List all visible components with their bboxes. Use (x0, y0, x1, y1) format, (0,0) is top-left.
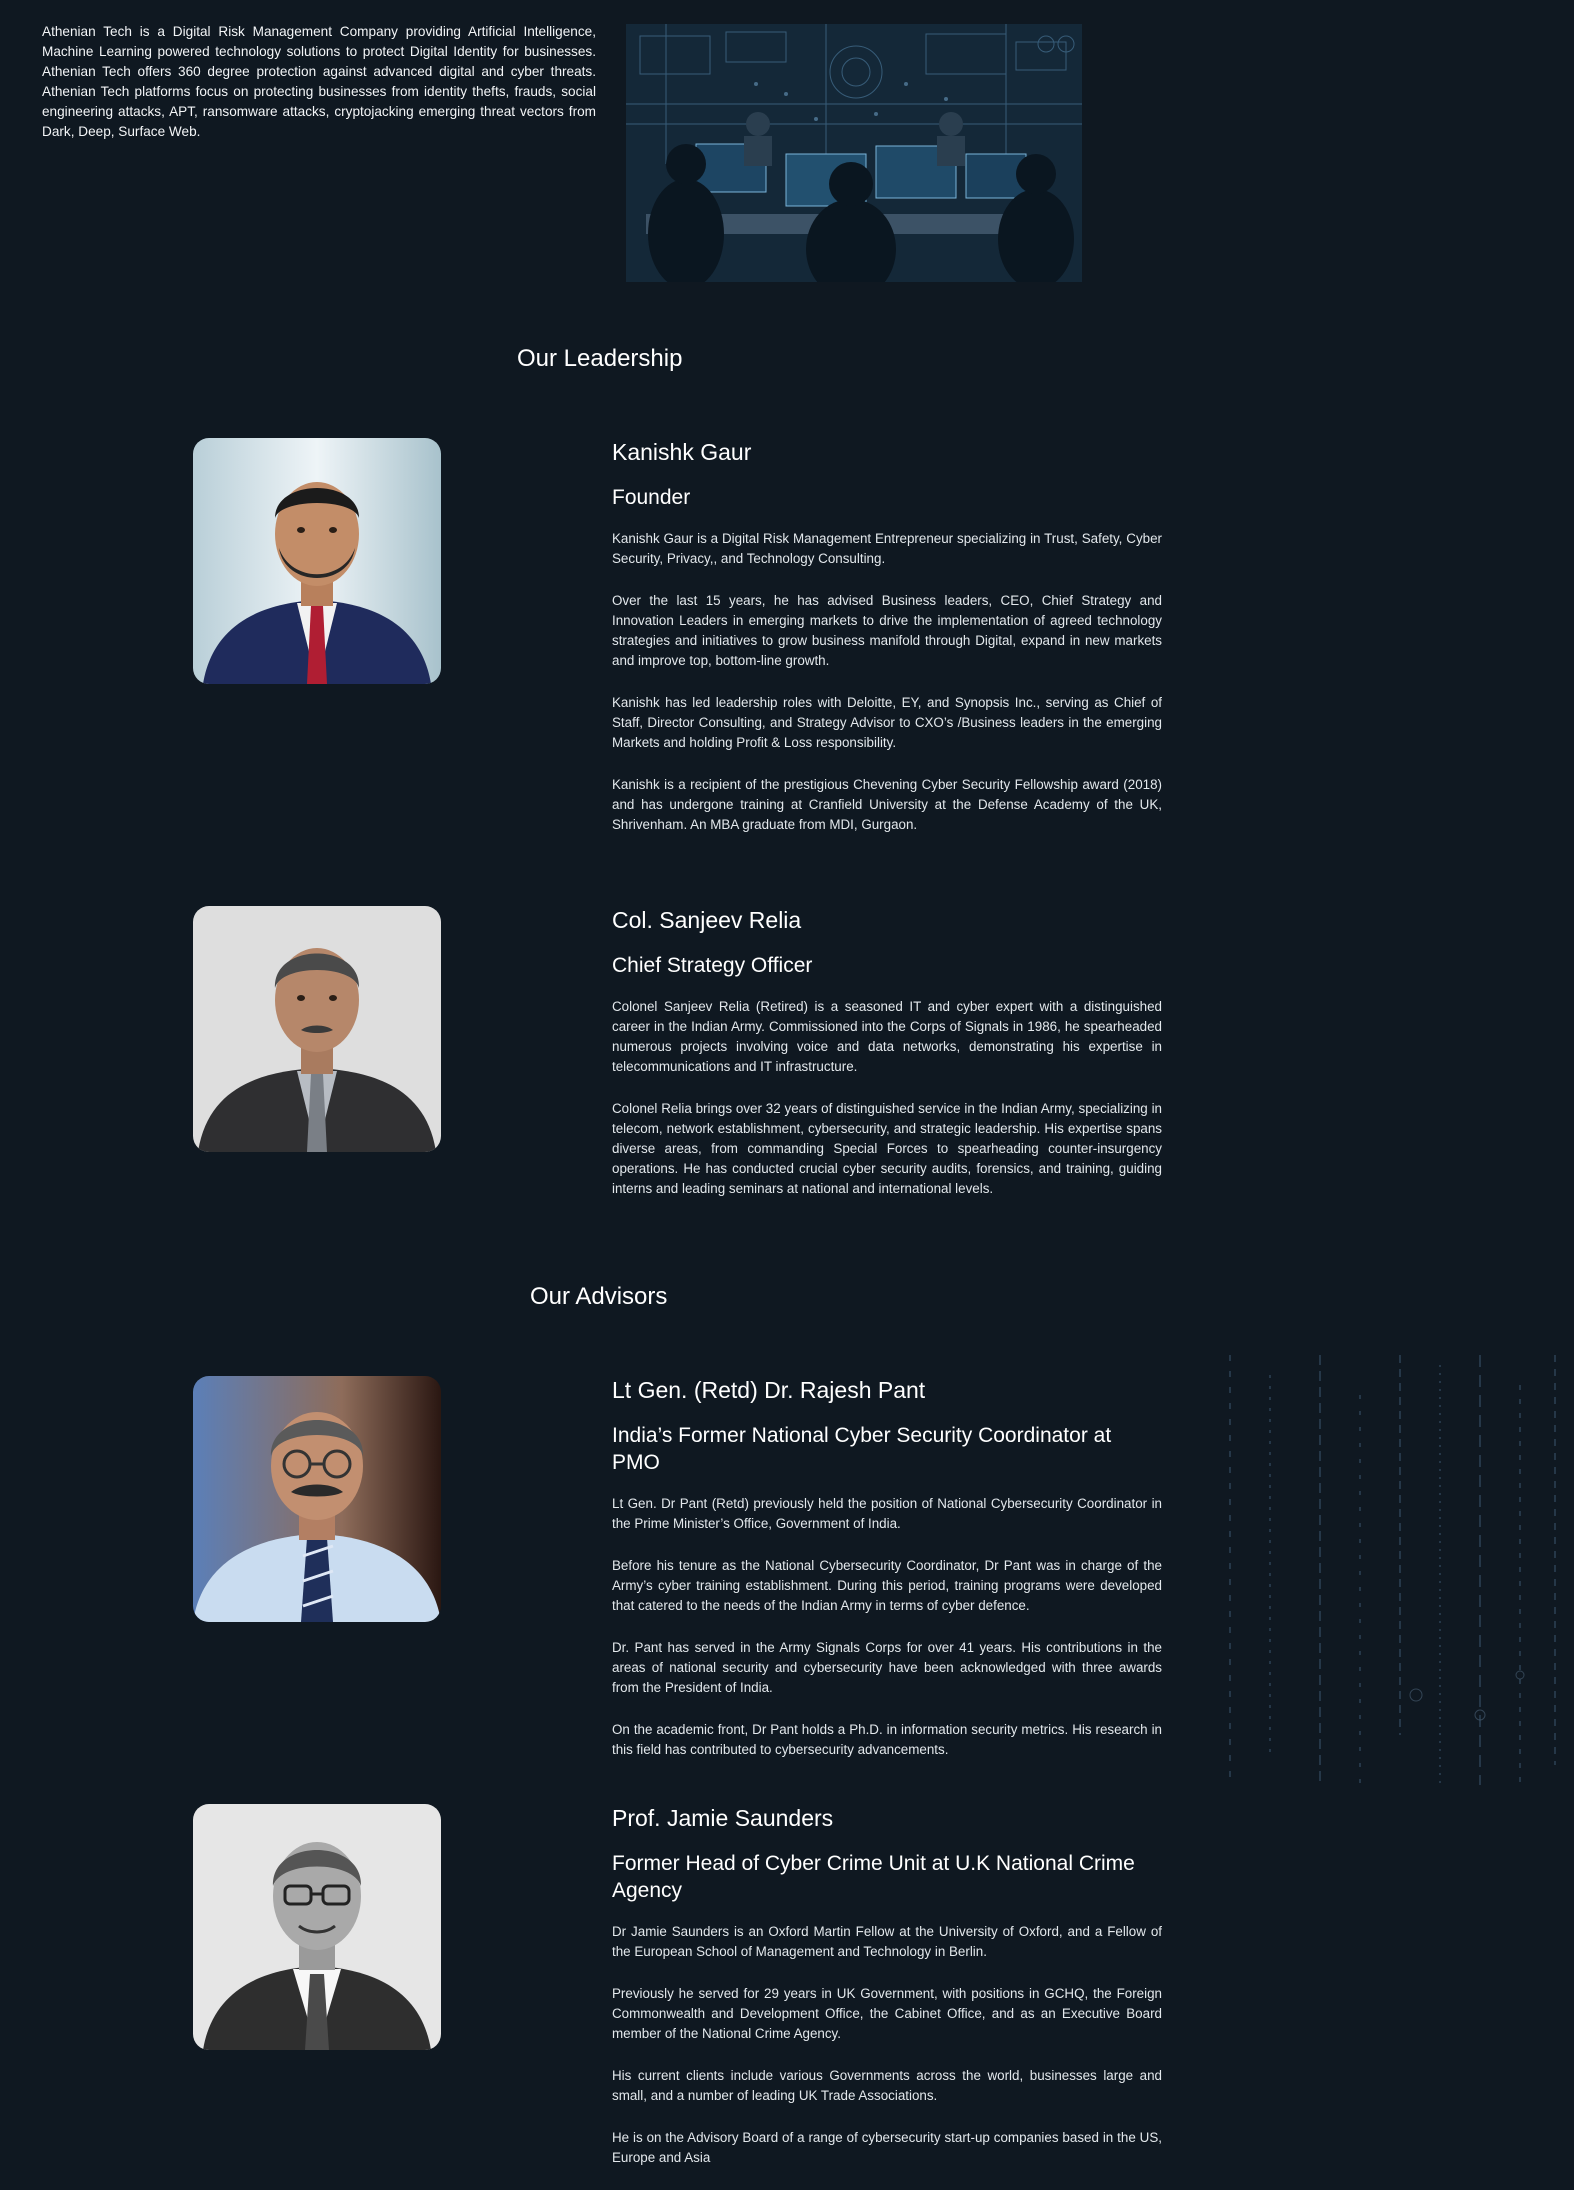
leader-bio-paragraph: Kanishk has led leadership roles with De… (612, 695, 1162, 750)
advisor-profile-rajesh-pant: Lt Gen. (Retd) Dr. Rajesh Pant India’s F… (612, 1376, 1162, 1782)
advisors-heading: Our Advisors (530, 1283, 668, 1310)
leader-bio-paragraph: Kanishk Gaur is a Digital Risk Managemen… (612, 531, 1162, 566)
advisor-bio-paragraph: On the academic front, Dr Pant holds a P… (612, 1722, 1162, 1757)
leader-bio-paragraph: Over the last 15 years, he has advised B… (612, 593, 1162, 668)
advisor-bio-paragraph: Previously he served for 29 years in UK … (612, 1986, 1162, 2041)
advisor-bio-paragraph: Dr Jamie Saunders is an Oxford Martin Fe… (612, 1924, 1162, 1959)
leader-bio-paragraph: Colonel Relia brings over 32 years of di… (612, 1101, 1162, 1196)
leader-profile-sanjeev-relia: Col. Sanjeev Relia Chief Strategy Office… (612, 906, 1162, 1221)
advisor-bio-paragraph: He is on the Advisory Board of a range o… (612, 2130, 1162, 2165)
advisor-role: Former Head of Cyber Crime Unit at U.K N… (612, 1852, 1135, 1902)
portrait-sanjeev-relia (193, 906, 441, 1152)
advisor-name: Lt Gen. (Retd) Dr. Rajesh Pant (612, 1377, 926, 1403)
intro-paragraph: Athenian Tech is a Digital Risk Manageme… (42, 24, 596, 139)
advisor-bio-paragraph: Dr. Pant has served in the Army Signals … (612, 1640, 1162, 1695)
portrait-kanishk-gaur (193, 438, 441, 684)
hero-image-cyber-team (626, 24, 1082, 282)
code-rain-decoration (1229, 1355, 1556, 1785)
advisor-name: Prof. Jamie Saunders (612, 1805, 834, 1831)
advisor-role: India’s Former National Cyber Security C… (612, 1424, 1112, 1474)
leader-bio-paragraph: Colonel Sanjeev Relia (Retired) is a sea… (612, 999, 1162, 1074)
portrait-jamie-saunders (193, 1804, 441, 2050)
leadership-heading: Our Leadership (517, 345, 683, 372)
leader-name: Kanishk Gaur (612, 439, 752, 465)
leader-profile-kanishk-gaur: Kanishk Gaur Founder Kanishk Gaur is a D… (612, 438, 1162, 857)
portrait-rajesh-pant (193, 1376, 441, 1622)
leader-role: Chief Strategy Officer (612, 954, 813, 977)
leader-name: Col. Sanjeev Relia (612, 907, 802, 933)
advisor-bio-paragraph: Before his tenure as the National Cybers… (612, 1558, 1162, 1613)
leader-role: Founder (612, 486, 691, 509)
advisor-bio-paragraph: Lt Gen. Dr Pant (Retd) previously held t… (612, 1496, 1162, 1531)
leader-bio-paragraph: Kanishk is a recipient of the prestigiou… (612, 777, 1162, 832)
advisor-bio-paragraph: His current clients include various Gove… (612, 2068, 1162, 2103)
advisor-profile-jamie-saunders: Prof. Jamie Saunders Former Head of Cybe… (612, 1804, 1162, 2190)
